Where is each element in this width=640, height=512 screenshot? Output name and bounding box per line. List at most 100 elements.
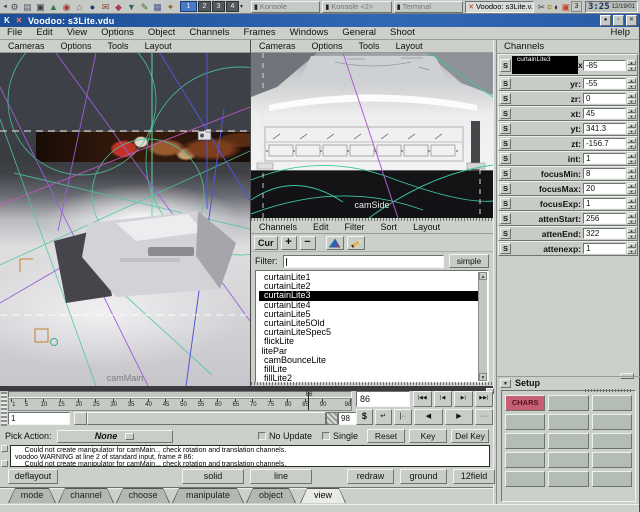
spinner-up-icon[interactable]: ▲ [627, 78, 636, 83]
select-channel-button[interactable]: S [500, 198, 511, 209]
value-spinner[interactable]: ▲▼ [627, 138, 636, 149]
value-spinner[interactable]: ▲▼ [627, 123, 636, 134]
nav-button-item[interactable]: |◀◀ [413, 391, 432, 407]
spinner-up-icon[interactable]: ▲ [627, 228, 636, 233]
tab-channel[interactable]: channel [58, 488, 114, 503]
menu-layout[interactable]: Layout [388, 40, 431, 52]
channel-value-field[interactable]: 45 [583, 108, 626, 119]
checkbox-box-icon[interactable] [322, 432, 330, 440]
nav-button-item[interactable]: |·· [394, 409, 413, 425]
select-channel-button[interactable]: S [500, 243, 511, 254]
pick-action-dropdown[interactable]: None [57, 430, 173, 443]
spinner-up-icon[interactable]: ▲ [627, 168, 636, 173]
reset-button[interactable]: Reset [367, 429, 405, 443]
spinner-down-icon[interactable]: ▼ [627, 66, 636, 71]
range-start-field[interactable]: 1 [8, 412, 70, 425]
menu-layout[interactable]: Layout [405, 221, 448, 233]
desktop-3[interactable]: 3 [212, 1, 225, 12]
panel-hide-arrow-left[interactable]: ◄ [2, 4, 8, 10]
spinner-down-icon[interactable]: ▼ [627, 129, 636, 134]
remove-channel-button[interactable]: − [300, 236, 316, 250]
select-channel-button[interactable]: S [500, 59, 511, 72]
redraw-button[interactable]: redraw [347, 469, 394, 484]
setup-button-empty-8[interactable] [592, 433, 632, 449]
checkbox-single[interactable]: Single [322, 431, 358, 441]
setup-button-empty-4[interactable] [548, 414, 588, 430]
setup-button-empty-6[interactable] [505, 433, 545, 449]
task-voodoo-s3lite-v[interactable]: ✕Voodoo: s3Lite.v... [465, 1, 534, 13]
channel-value-field[interactable]: -55 [583, 78, 626, 89]
nav-button-item[interactable]: ◀ [414, 409, 443, 425]
current-frame-field[interactable]: 86 [356, 391, 410, 407]
channel-value-field[interactable]: 1 [583, 153, 626, 164]
nav-button-item[interactable]: $ [356, 409, 373, 425]
simple-filter-button[interactable]: simple [449, 254, 489, 268]
menu-cameras[interactable]: Cameras [251, 40, 304, 52]
setup-button-empty-7[interactable] [548, 433, 588, 449]
tab-view[interactable]: view [300, 488, 346, 503]
setup-button-empty-13[interactable] [548, 471, 588, 487]
list-item-flicklite[interactable]: flickLite [259, 337, 478, 346]
channel-value-field[interactable]: 341.3 [583, 123, 626, 134]
channel-value-field[interactable]: 256 [583, 213, 626, 224]
menu-filter[interactable]: Filter [337, 221, 373, 233]
list-item-cambouncelite[interactable]: camBounceLite [259, 356, 478, 365]
desktop-4[interactable]: 4 [226, 1, 239, 12]
setup-button-empty-5[interactable] [592, 414, 632, 430]
setup-button-empty-14[interactable] [592, 471, 632, 487]
klipboard-icon[interactable]: ▲ [48, 2, 59, 12]
value-spinner[interactable]: ▲▼ [627, 108, 636, 119]
menu-layout[interactable]: Layout [137, 40, 180, 52]
range-slider-endcap[interactable] [326, 412, 338, 425]
value-spinner[interactable]: ▲▼ [627, 153, 636, 164]
setup-button-empty-1[interactable] [548, 395, 588, 411]
setup-button-empty-12[interactable] [505, 471, 545, 487]
setup-button-empty-3[interactable] [505, 414, 545, 430]
value-spinner[interactable]: ▲▼ [627, 60, 636, 71]
filter-input[interactable] [283, 255, 445, 268]
setup-button-empty-11[interactable] [592, 452, 632, 468]
spinner-down-icon[interactable]: ▼ [627, 189, 636, 194]
clipboard-count-badge[interactable]: 3 [571, 1, 582, 12]
timeline-ruler[interactable]: 15101520253035404550556065707580859098 [8, 398, 352, 411]
spinner-up-icon[interactable]: ▲ [627, 60, 636, 65]
checkbox-box-icon[interactable] [258, 432, 266, 440]
desktop-1[interactable]: 1 [180, 1, 197, 12]
timeline-marker-bar[interactable]: 86 [8, 391, 352, 398]
menu-edit[interactable]: Edit [29, 27, 59, 39]
close-button[interactable]: ✕ [626, 15, 637, 26]
tab-mode[interactable]: mode [8, 488, 56, 503]
power-icon[interactable]: ◐ [554, 2, 559, 12]
spinner-up-icon[interactable]: ▲ [627, 108, 636, 113]
select-channel-button[interactable]: S [500, 183, 511, 194]
value-spinner[interactable]: ▲▼ [627, 93, 636, 104]
collapse-arrow-icon[interactable]: ▼ [500, 379, 511, 388]
select-channel-button[interactable]: S [500, 168, 511, 179]
value-spinner[interactable]: ▲▼ [627, 228, 636, 239]
setup-button-empty-9[interactable] [505, 452, 545, 468]
ksnapshot-icon[interactable]: ✦ [165, 2, 176, 12]
viewport-camside-canvas[interactable]: camSide [251, 53, 493, 218]
k-menu-icon[interactable]: ⚙ [9, 2, 20, 12]
channel-value-field[interactable]: 20 [583, 183, 626, 194]
spinner-down-icon[interactable]: ▼ [627, 84, 636, 89]
menu-tools[interactable]: Tools [351, 40, 388, 52]
tab-object[interactable]: object [246, 488, 296, 503]
menu-shoot[interactable]: Shoot [383, 27, 422, 39]
lock-icon[interactable]: ¤ [547, 2, 552, 12]
kpaint-icon[interactable]: ✎ [139, 2, 150, 12]
del-key-button[interactable]: Del Key [451, 429, 489, 443]
maximize-button[interactable]: ▫ [613, 15, 624, 26]
channel-value-field[interactable]: 322 [583, 228, 626, 239]
cur-button[interactable]: Cur [254, 236, 278, 250]
minimize-button[interactable]: ● [600, 15, 611, 26]
titlebar[interactable]: K ✕ Voodoo: s3Lite.vdu ● ▫ ✕ [0, 14, 639, 27]
console-scroll-up-icon[interactable] [1, 445, 8, 452]
select-channel-button[interactable]: S [500, 123, 511, 134]
kate-icon[interactable]: ▼ [126, 2, 137, 12]
taskbar-clock[interactable]: 3:25 12/19/01 [585, 1, 638, 13]
12field-button[interactable]: 12field [453, 469, 495, 484]
nav-button-item[interactable]: ▶| [454, 391, 473, 407]
spinner-up-icon[interactable]: ▲ [627, 153, 636, 158]
spinner-up-icon[interactable]: ▲ [627, 243, 636, 248]
